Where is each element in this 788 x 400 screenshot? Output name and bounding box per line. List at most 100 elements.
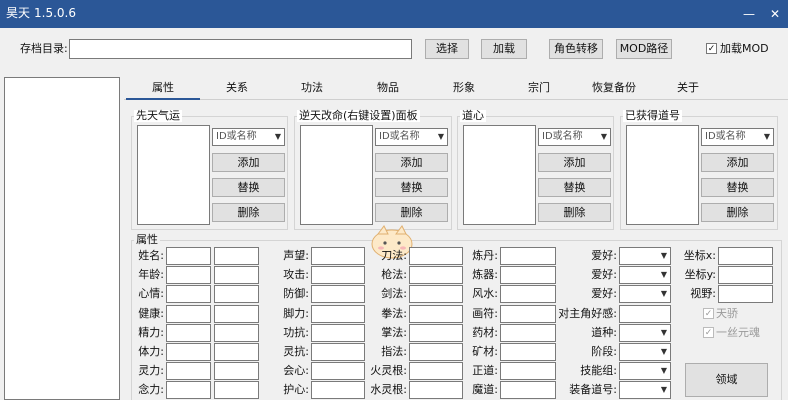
tab-about[interactable]: 关于 — [652, 78, 724, 100]
tianjiao-checkbox[interactable]: ✓ — [703, 308, 714, 319]
postnatal-add-button[interactable]: 添加 — [375, 153, 448, 172]
col5-combo-7[interactable]: ▼ — [619, 381, 671, 399]
character-list[interactable] — [4, 77, 120, 400]
chevron-down-icon: ▼ — [274, 132, 281, 141]
col2-input-7-0[interactable] — [311, 381, 365, 399]
titles-replace-button[interactable]: 替换 — [701, 178, 774, 197]
col1-input-4-1[interactable] — [214, 324, 259, 342]
col3-input-3-0[interactable] — [409, 305, 463, 323]
col3-input-1-0[interactable] — [409, 266, 463, 284]
col1-input-4-0[interactable] — [166, 324, 211, 342]
col5-label-2: 爱好: — [591, 287, 617, 300]
col1-input-0-0[interactable] — [166, 247, 211, 265]
col1-input-3-0[interactable] — [166, 305, 211, 323]
col3-input-7-0[interactable] — [409, 381, 463, 399]
col1-input-1-1[interactable] — [214, 266, 259, 284]
save-dir-input[interactable] — [69, 39, 412, 59]
innate-replace-button[interactable]: 替换 — [212, 178, 285, 197]
dao-heart-delete-button[interactable]: 删除 — [538, 203, 611, 222]
titles-list[interactable] — [626, 125, 699, 225]
tab-skills[interactable]: 功法 — [274, 78, 350, 100]
col1-input-7-1[interactable] — [214, 381, 259, 399]
col4-input-7-0[interactable] — [500, 381, 556, 399]
col3-input-6-0[interactable] — [409, 362, 463, 380]
col1-input-1-0[interactable] — [166, 266, 211, 284]
postnatal-delete-button[interactable]: 删除 — [375, 203, 448, 222]
col1-input-2-0[interactable] — [166, 285, 211, 303]
postnatal-list[interactable] — [300, 125, 373, 225]
col4-input-0-0[interactable] — [500, 247, 556, 265]
dao-heart-combo[interactable]: ID或名称 ▼ — [538, 128, 611, 146]
tab-items[interactable]: 物品 — [350, 78, 426, 100]
col1-input-7-0[interactable] — [166, 381, 211, 399]
col2-input-2-0[interactable] — [311, 285, 365, 303]
postnatal-replace-button[interactable]: 替换 — [375, 178, 448, 197]
role-transfer-button[interactable]: 角色转移 — [549, 39, 603, 59]
col1-input-0-1[interactable] — [214, 247, 259, 265]
col6-input-1-0[interactable] — [718, 266, 773, 284]
col5-combo-6[interactable]: ▼ — [619, 362, 671, 380]
col1-input-6-1[interactable] — [214, 362, 259, 380]
dao-heart-list[interactable] — [463, 125, 536, 225]
col4-input-5-0[interactable] — [500, 343, 556, 361]
tab-restore-backup[interactable]: 恢复备份 — [576, 78, 652, 100]
close-icon[interactable]: ✕ — [762, 4, 788, 24]
col3-input-4-0[interactable] — [409, 324, 463, 342]
col5-combo-0[interactable]: ▼ — [619, 247, 671, 265]
col1-input-5-1[interactable] — [214, 343, 259, 361]
tab-attributes[interactable]: 属性 — [126, 78, 200, 100]
col2-input-3-0[interactable] — [311, 305, 365, 323]
innate-fortune-combo[interactable]: ID或名称 ▼ — [212, 128, 285, 146]
col5-combo-4[interactable]: ▼ — [619, 324, 671, 342]
col4-input-3-0[interactable] — [500, 305, 556, 323]
col2-input-0-0[interactable] — [311, 247, 365, 265]
domain-button[interactable]: 领域 — [685, 363, 768, 397]
dao-heart-add-button[interactable]: 添加 — [538, 153, 611, 172]
col6-input-2-0[interactable] — [718, 285, 773, 303]
titles-combo[interactable]: ID或名称 ▼ — [701, 128, 774, 146]
tab-sect[interactable]: 宗门 — [502, 78, 576, 100]
dao-heart-replace-button[interactable]: 替换 — [538, 178, 611, 197]
col4-input-4-0[interactable] — [500, 324, 556, 342]
col5-combo-5[interactable]: ▼ — [619, 343, 671, 361]
col2-label-1: 攻击: — [283, 268, 309, 281]
col5-combo-1[interactable]: ▼ — [619, 266, 671, 284]
mod-path-button[interactable]: MOD路径 — [616, 39, 672, 59]
col4-label-1: 炼器: — [472, 268, 498, 281]
select-button[interactable]: 选择 — [425, 39, 469, 59]
postnatal-combo[interactable]: ID或名称 ▼ — [375, 128, 448, 146]
load-button[interactable]: 加载 — [481, 39, 527, 59]
col3-input-0-0[interactable] — [409, 247, 463, 265]
col1-input-3-1[interactable] — [214, 305, 259, 323]
col2-input-5-0[interactable] — [311, 343, 365, 361]
col2-input-6-0[interactable] — [311, 362, 365, 380]
window-title: 昊天 — [6, 6, 31, 20]
col4-input-6-0[interactable] — [500, 362, 556, 380]
col1-input-6-0[interactable] — [166, 362, 211, 380]
col4-input-1-0[interactable] — [500, 266, 556, 284]
tianjiao-label: 天骄 — [716, 307, 738, 320]
tab-appearance[interactable]: 形象 — [426, 78, 502, 100]
innate-delete-button[interactable]: 删除 — [212, 203, 285, 222]
col1-input-5-0[interactable] — [166, 343, 211, 361]
titles-delete-button[interactable]: 删除 — [701, 203, 774, 222]
col4-input-2-0[interactable] — [500, 285, 556, 303]
col1-input-2-1[interactable] — [214, 285, 259, 303]
attributes-title: 属性 — [134, 233, 160, 246]
col3-input-5-0[interactable] — [409, 343, 463, 361]
col2-input-4-0[interactable] — [311, 324, 365, 342]
titles-add-button[interactable]: 添加 — [701, 153, 774, 172]
col5-combo-2[interactable]: ▼ — [619, 285, 671, 303]
col6-label-2: 视野: — [690, 287, 716, 300]
col5-input-3[interactable] — [619, 305, 671, 323]
col2-label-6: 会心: — [283, 364, 309, 377]
innate-fortune-list[interactable] — [137, 125, 210, 225]
load-mod-checkbox[interactable]: ✓ — [706, 43, 717, 54]
col6-input-0-0[interactable] — [718, 247, 773, 265]
col2-input-1-0[interactable] — [311, 266, 365, 284]
soul-checkbox[interactable]: ✓ — [703, 327, 714, 338]
col3-input-2-0[interactable] — [409, 285, 463, 303]
minimize-icon[interactable]: — — [736, 4, 762, 24]
innate-add-button[interactable]: 添加 — [212, 153, 285, 172]
tab-relations[interactable]: 关系 — [200, 78, 274, 100]
